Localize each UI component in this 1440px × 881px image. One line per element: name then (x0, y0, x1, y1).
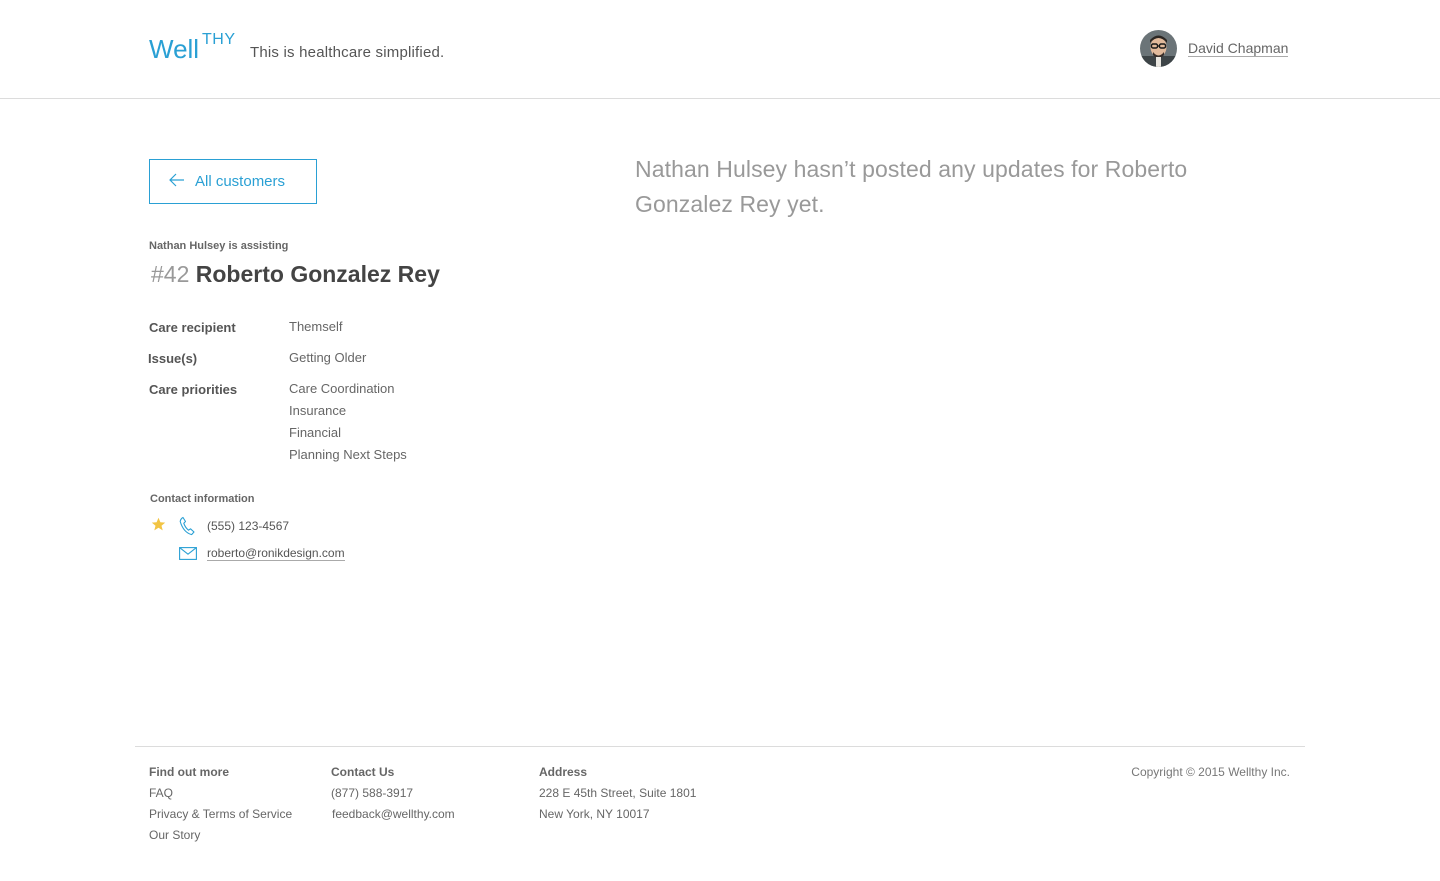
customer-name: Roberto Gonzalez Rey (195, 261, 440, 287)
issues-value: Getting Older (289, 350, 367, 365)
customer-title: #42 Roberto Gonzalez Rey (151, 260, 440, 288)
footer-address-line2: New York, NY 10017 (539, 807, 650, 821)
user-name-link[interactable]: David Chapman (1188, 40, 1289, 57)
tagline: This is healthcare simplified. (250, 44, 445, 61)
footer-address-line1: 228 E 45th Street, Suite 1801 (539, 786, 697, 800)
issues-label: Issue(s) (148, 351, 198, 366)
footer-faq-link[interactable]: FAQ (149, 786, 173, 800)
footer-contact-phone[interactable]: (877) 588-3917 (331, 786, 413, 800)
customer-number: #42 (151, 261, 190, 287)
phone-icon (179, 516, 195, 541)
wellthy-logo[interactable]: Well THY (149, 31, 235, 64)
footer-address-title: Address (539, 765, 588, 779)
all-customers-button[interactable]: All customers (149, 159, 317, 204)
all-customers-label: All customers (195, 173, 286, 190)
footer-contact-title: Contact Us (331, 765, 395, 779)
care-recipient-value: Themself (289, 319, 343, 334)
footer-divider (135, 746, 1305, 747)
user-avatar[interactable] (1140, 30, 1177, 67)
logo-well-text: Well (149, 34, 200, 64)
contact-info-title: Contact information (150, 493, 255, 505)
star-icon[interactable] (151, 517, 166, 537)
priority-item: Financial (289, 425, 342, 440)
footer-privacy-link[interactable]: Privacy & Terms of Service (149, 807, 292, 821)
priority-item: Insurance (289, 403, 347, 418)
contact-phone[interactable]: (555) 123-4567 (207, 519, 289, 533)
mail-icon (179, 547, 197, 565)
contact-email-link[interactable]: roberto@ronikdesign.com (207, 546, 345, 561)
site-header: Well THY This is healthcare simplified. … (0, 0, 1440, 99)
priority-item: Planning Next Steps (289, 447, 407, 462)
footer-copyright: Copyright © 2015 Wellthy Inc. (1131, 765, 1290, 779)
care-priorities-list: Care Coordination Insurance Financial Pl… (289, 378, 407, 466)
footer-our-story-link[interactable]: Our Story (149, 828, 200, 842)
assisting-label: Nathan Hulsey is assisting (149, 240, 289, 252)
care-recipient-label: Care recipient (149, 320, 236, 335)
footer-contact-email[interactable]: feedback@wellthy.com (332, 807, 455, 821)
no-updates-message: Nathan Hulsey hasn’t posted any updates … (635, 156, 1188, 217)
arrow-left-icon (168, 173, 195, 191)
priority-item: Care Coordination (289, 381, 395, 396)
footer-find-title: Find out more (149, 765, 229, 779)
logo-thy-text: THY (202, 31, 236, 48)
care-priorities-label: Care priorities (149, 382, 238, 397)
